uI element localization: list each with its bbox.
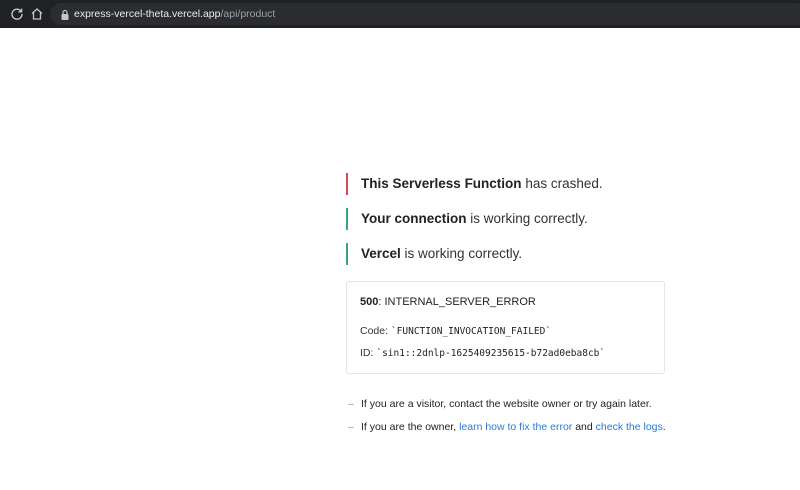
- note-visitor: – If you are a visitor, contact the webs…: [348, 397, 688, 411]
- error-code-text: : INTERNAL_SERVER_ERROR: [378, 296, 536, 308]
- reload-icon[interactable]: [10, 7, 24, 21]
- help-notes: – If you are a visitor, contact the webs…: [348, 397, 688, 443]
- url-host: express-vercel-theta.vercel.app: [74, 8, 221, 20]
- error-id-value[interactable]: `sin1::2dnlp-1625409235615-b72ad0eba8cb`: [376, 348, 605, 359]
- status-connection-bold: Your connection: [361, 211, 467, 226]
- note-owner-mid: and: [572, 421, 596, 433]
- status-function-bold: This Serverless Function: [361, 176, 522, 191]
- dash-marker: –: [348, 421, 354, 433]
- status-connection-text: is working correctly.: [466, 211, 588, 226]
- lock-icon[interactable]: [60, 8, 70, 20]
- status-bar-green: [346, 243, 348, 265]
- status-function-text: has crashed.: [521, 176, 603, 191]
- note-visitor-text: If you are a visitor, contact the websit…: [361, 398, 652, 410]
- check-logs-link[interactable]: check the logs: [596, 421, 663, 433]
- status-vercel-ok: Vercel is working correctly.: [346, 243, 666, 265]
- note-owner-prefix: If you are the owner,: [361, 421, 460, 433]
- error-id-line: ID: `sin1::2dnlp-1625409235615-b72ad0eba…: [360, 347, 605, 359]
- error-code-number: 500: [360, 296, 379, 308]
- error-code-value[interactable]: `FUNCTION_INVOCATION_FAILED`: [391, 326, 551, 337]
- error-details-box: 500: INTERNAL_SERVER_ERROR Code: `FUNCTI…: [346, 281, 665, 374]
- error-code: 500: INTERNAL_SERVER_ERROR: [360, 296, 536, 308]
- address-bar[interactable]: express-vercel-theta.vercel.app/api/prod…: [50, 3, 800, 25]
- status-vercel-bold: Vercel: [361, 246, 401, 261]
- error-code-label: Code:: [360, 325, 391, 337]
- note-owner: – If you are the owner, learn how to fix…: [348, 420, 688, 434]
- home-icon[interactable]: [30, 7, 44, 21]
- note-owner-suffix: .: [662, 421, 666, 433]
- status-connection-ok: Your connection is working correctly.: [346, 208, 666, 230]
- url-path: /api/product: [220, 8, 276, 20]
- status-function-crashed: This Serverless Function has crashed.: [346, 173, 666, 195]
- error-page: This Serverless Function has crashed. Yo…: [346, 173, 666, 433]
- url-text[interactable]: express-vercel-theta.vercel.app/api/prod…: [74, 7, 275, 21]
- status-bar-red: [346, 173, 348, 195]
- browser-toolbar: express-vercel-theta.vercel.app/api/prod…: [0, 0, 800, 28]
- error-id-label: ID:: [360, 347, 377, 359]
- status-vercel-text: is working correctly.: [400, 246, 523, 261]
- status-bar-green: [346, 208, 348, 230]
- fix-error-link[interactable]: learn how to fix the error: [459, 421, 572, 433]
- dash-marker: –: [348, 398, 354, 410]
- error-code-line: Code: `FUNCTION_INVOCATION_FAILED`: [360, 325, 551, 337]
